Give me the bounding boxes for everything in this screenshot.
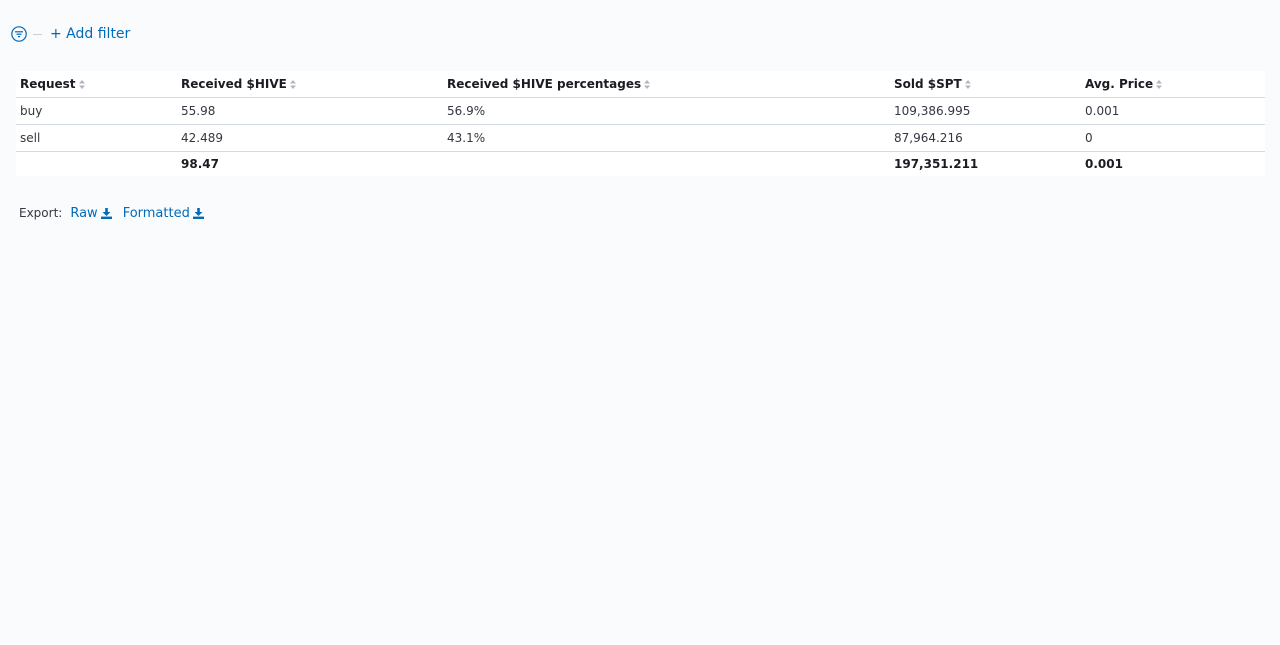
sort-icon[interactable] [78, 80, 85, 89]
sort-icon[interactable] [964, 80, 971, 89]
data-table-container: Request Received $HIVE Received $HIVE pe… [16, 71, 1265, 176]
table-cell: 87,964.216 [890, 124, 1081, 152]
table-cell: 109,386.995 [890, 97, 1081, 125]
add-filter-button[interactable]: + Add filter [50, 24, 130, 44]
sort-icon[interactable] [644, 80, 651, 89]
column-header-received-hive-percentages[interactable]: Received $HIVE percentages [443, 71, 890, 98]
total-cell [16, 152, 177, 177]
filter-divider [33, 33, 42, 35]
table-cell: 0 [1081, 124, 1265, 152]
table-cell: sell [16, 124, 177, 152]
table-cell: 0.001 [1081, 97, 1265, 125]
export-formatted-link[interactable]: Formatted [123, 206, 204, 221]
total-cell: 98.47 [181, 157, 219, 171]
column-header-sold-spt[interactable]: Sold $SPT [890, 71, 1081, 98]
total-cell [443, 152, 890, 177]
download-icon [100, 207, 112, 219]
export-raw-label: Raw [70, 205, 98, 221]
total-cell: 0.001 [1085, 157, 1123, 171]
export-label: Export: [19, 206, 63, 220]
column-header-label: Avg. Price [1085, 77, 1154, 91]
column-header-label: Sold $SPT [894, 77, 962, 91]
table-cell: 56.9% [443, 97, 890, 125]
sort-icon[interactable] [289, 80, 296, 89]
table-totals-row: 98.47 197,351.211 0.001 [16, 152, 1265, 177]
column-header-request[interactable]: Request [16, 71, 177, 98]
sort-icon[interactable] [1156, 80, 1163, 89]
export-formatted-label: Formatted [122, 205, 190, 221]
table-cell: 42.489 [177, 124, 443, 152]
table-cell: 43.1% [443, 124, 890, 152]
export-raw-link[interactable]: Raw [70, 205, 112, 221]
column-header-label: Received $HIVE percentages [447, 77, 642, 91]
data-table: Request Received $HIVE Received $HIVE pe… [16, 71, 1265, 176]
column-header-received-hive[interactable]: Received $HIVE [177, 71, 443, 98]
filter-bar: + Add filter [11, 24, 130, 44]
export-bar: Export: Raw Formatted [19, 204, 215, 222]
download-icon [192, 207, 204, 219]
column-header-avg-price[interactable]: Avg. Price [1081, 71, 1265, 98]
column-header-label: Received $HIVE [181, 77, 287, 91]
column-header-label: Request [20, 77, 76, 91]
table-row: buy 55.98 56.9% 109,386.995 0.001 [16, 97, 1265, 125]
table-cell: 55.98 [177, 97, 443, 125]
filter-icon[interactable] [11, 26, 27, 42]
total-cell: 197,351.211 [894, 157, 979, 171]
table-row: sell 42.489 43.1% 87,964.216 0 [16, 124, 1265, 152]
table-header-row: Request Received $HIVE Received $HIVE pe… [16, 71, 1265, 98]
table-cell: buy [16, 97, 177, 125]
